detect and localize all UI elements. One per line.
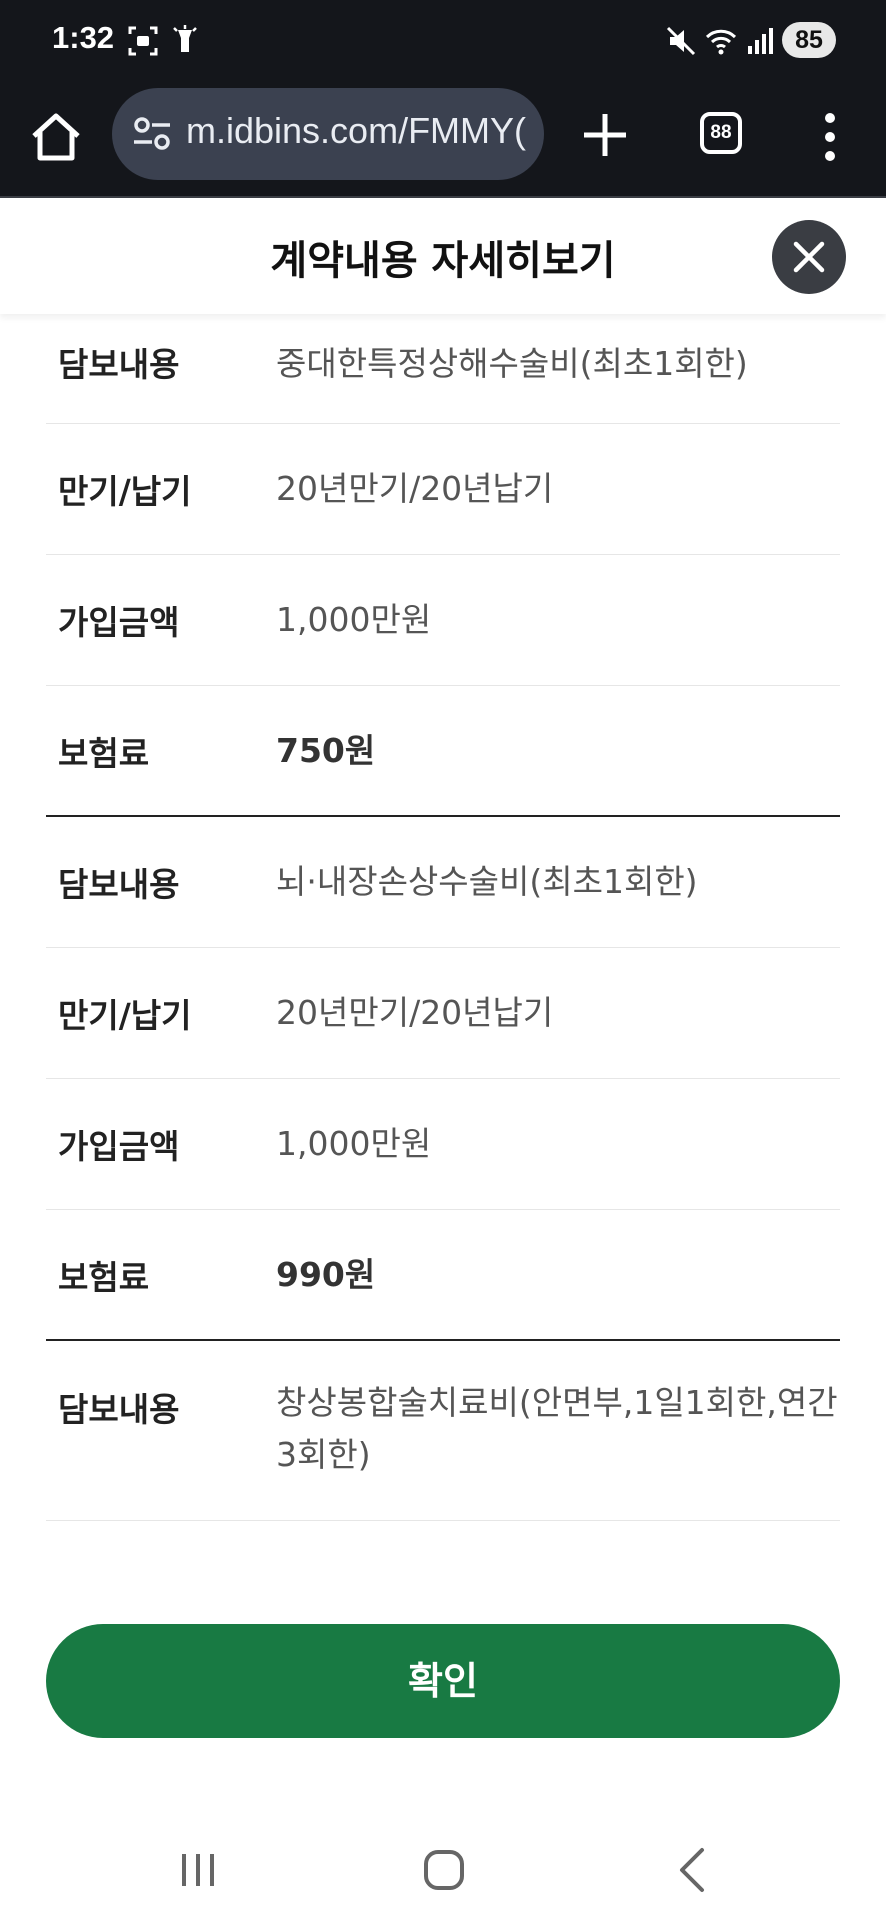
row-value: 뇌·내장손상수술비(최초1회한) [276, 862, 698, 901]
row-value: 1,000만원 [276, 1124, 432, 1163]
more-options-icon[interactable] [818, 112, 842, 162]
contract-details: 담보내용 중대한특정상해수술비(최초1회한) 만기/납기 20년만기/20년납기… [46, 314, 840, 1521]
detail-row: 가입금액 1,000만원 [46, 1079, 840, 1210]
detail-row: 만기/납기 20년만기/20년납기 [46, 424, 840, 555]
row-label: 보험료 [58, 1257, 150, 1297]
tab-switcher-button[interactable]: 88 [700, 112, 742, 154]
coverage-group: 담보내용 뇌·내장손상수술비(최초1회한) 만기/납기 20년만기/20년납기 … [46, 817, 840, 1341]
coverage-group: 담보내용 창상봉합술치료비(안면부,1일1회한,연간3회한) [46, 1341, 840, 1521]
row-value: 20년만기/20년납기 [276, 469, 554, 508]
row-label: 가입금액 [58, 1127, 180, 1166]
premium-value: 750원 [276, 730, 376, 770]
recent-apps-icon[interactable] [168, 1840, 228, 1900]
row-label: 가입금액 [58, 603, 180, 642]
address-bar[interactable]: m.idbins.com/FMMY( [112, 88, 544, 180]
flashlight-icon [173, 25, 197, 52]
signal-icon [748, 28, 773, 54]
home-nav-icon[interactable] [414, 1840, 474, 1900]
detail-row: 보험료 750원 [46, 686, 840, 817]
row-value: 중대한특정상해수술비(최초1회한) [276, 344, 748, 383]
status-bar: 1:32 85 [0, 0, 886, 82]
row-label: 만기/납기 [58, 472, 192, 511]
row-label: 담보내용 [58, 865, 180, 904]
row-label: 담보내용 [58, 345, 180, 384]
battery-indicator: 85 [782, 22, 836, 58]
detail-row: 담보내용 중대한특정상해수술비(최초1회한) [46, 314, 840, 424]
close-icon [793, 241, 825, 273]
site-settings-icon[interactable] [132, 116, 172, 152]
close-button[interactable] [772, 220, 846, 294]
detail-row: 만기/납기 20년만기/20년납기 [46, 948, 840, 1079]
row-label: 만기/납기 [58, 996, 192, 1035]
mute-icon [666, 26, 696, 56]
row-label: 보험료 [58, 733, 150, 773]
modal-title: 계약내용 자세히보기 [270, 238, 616, 284]
back-icon[interactable] [664, 1840, 724, 1900]
confirm-button[interactable]: 확인 [46, 1624, 840, 1738]
coverage-group: 담보내용 중대한특정상해수술비(최초1회한) 만기/납기 20년만기/20년납기… [46, 314, 840, 817]
premium-value: 990원 [276, 1254, 376, 1294]
modal-header: 계약내용 자세히보기 [0, 200, 886, 314]
detail-row: 보험료 990원 [46, 1210, 840, 1341]
wifi-icon [705, 29, 737, 55]
browser-toolbar: m.idbins.com/FMMY( 88 [0, 82, 886, 198]
detail-row: 가입금액 1,000만원 [46, 555, 840, 686]
screenshot-icon [128, 26, 158, 56]
row-value: 20년만기/20년납기 [276, 993, 554, 1032]
detail-row: 담보내용 뇌·내장손상수술비(최초1회한) [46, 817, 840, 948]
row-label: 담보내용 [58, 1390, 180, 1429]
url-text: m.idbins.com/FMMY( [186, 110, 527, 151]
new-tab-icon[interactable] [578, 108, 632, 162]
home-icon[interactable] [26, 108, 86, 168]
system-navigation-bar [0, 1820, 886, 1920]
detail-row: 담보내용 창상봉합술치료비(안면부,1일1회한,연간3회한) [46, 1341, 840, 1521]
status-time: 1:32 [52, 20, 115, 55]
row-value: 창상봉합술치료비(안면부,1일1회한,연간3회한) [276, 1383, 838, 1474]
row-value: 1,000만원 [276, 600, 432, 639]
